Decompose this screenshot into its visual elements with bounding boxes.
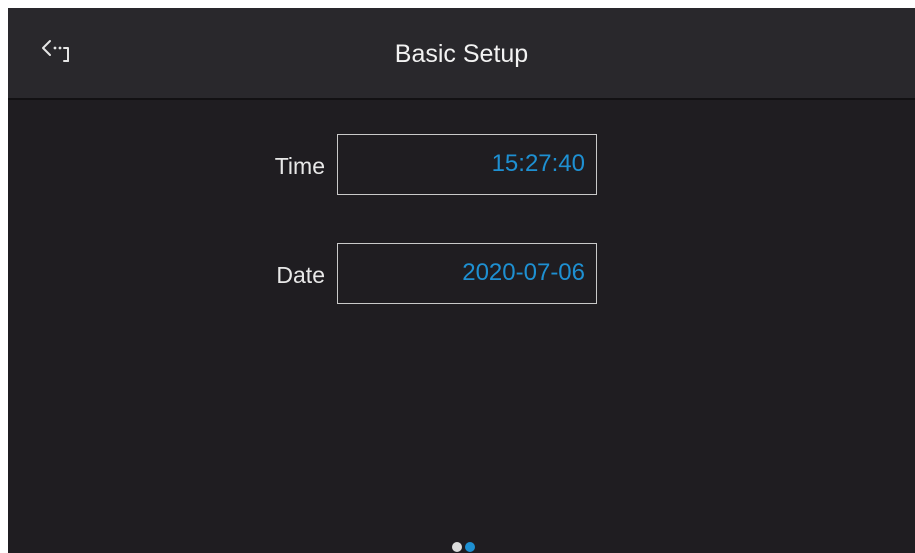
page-dot-2-active[interactable] [465,542,475,552]
date-row: Date 2020-07-06 [8,243,915,307]
device-screen: Basic Setup Time 15:27:40 Date 2020-07-0… [8,8,915,553]
back-button[interactable] [34,32,84,72]
date-label: Date [276,262,325,288]
page-dot-1[interactable] [452,542,462,552]
time-label: Time [274,153,325,179]
date-input[interactable]: 2020-07-06 [337,243,597,304]
back-arrow-icon [42,40,69,62]
header-bar: Basic Setup [8,8,915,100]
time-input[interactable]: 15:27:40 [337,134,597,195]
page-indicator [448,539,488,553]
page-title: Basic Setup [394,40,529,68]
time-row: Time 15:27:40 [8,134,915,198]
